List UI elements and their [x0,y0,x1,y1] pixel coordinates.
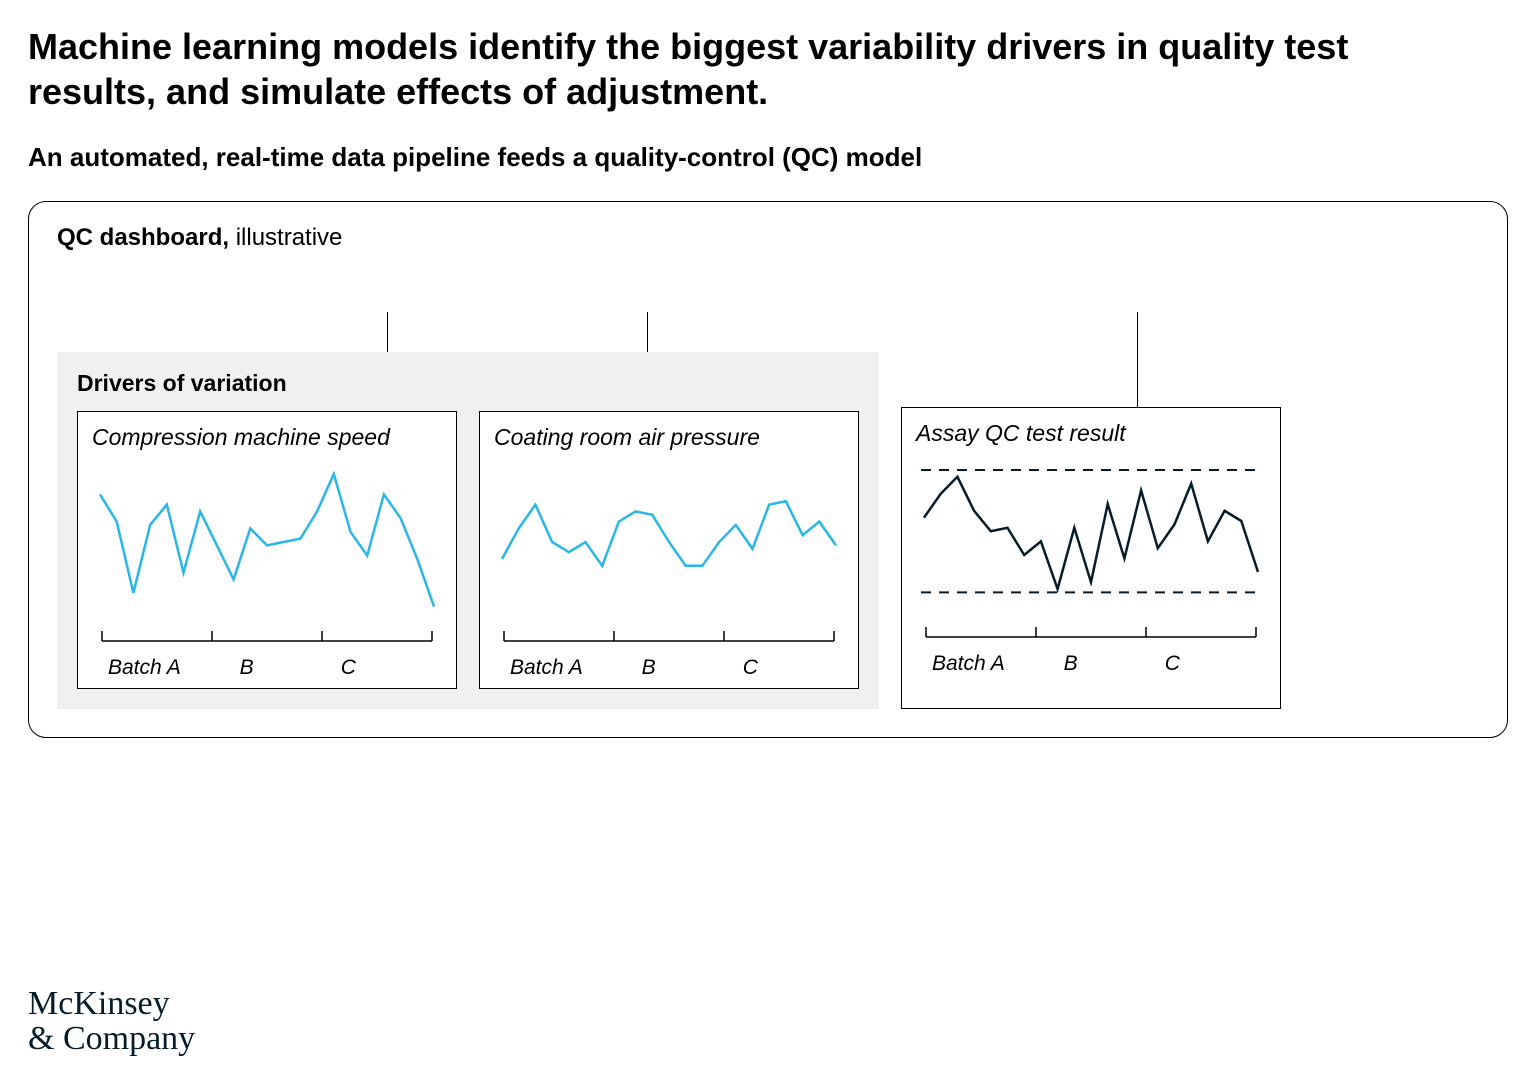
connector-line-icon [647,312,648,352]
drivers-of-variation-box: Drivers of variation Compression machine… [57,352,879,709]
logo-line2: & Company [28,1021,195,1057]
connector-lines [57,312,1479,352]
process-step-qclab: QC lab [1195,268,1479,312]
chart-compression-speed [92,457,442,627]
x-axis-labels: Batch A B C [494,656,844,680]
dashboard-frame: QC dashboard, illustrative Blending Comp… [28,201,1508,738]
process-chevron-bar: Blending Compression Coating [57,268,1479,312]
x-axis-labels: Batch A B C [92,656,442,680]
panel-assay-result: Assay QC test result [901,407,1281,709]
x-label: C [743,656,844,680]
panel-title: Coating room air pressure [494,424,844,451]
x-label: B [240,656,341,680]
x-label: B [642,656,743,680]
chart-coating-pressure [494,457,844,627]
x-label: B [1064,652,1165,676]
panel-title: Assay QC test result [916,420,1266,447]
process-step-compression: Compression [341,268,625,312]
panel-coating-pressure: Coating room air pressure [479,411,859,689]
mckinsey-logo: McKinsey & Company [28,986,195,1057]
x-label: C [341,656,442,680]
process-step-label: Compression [377,277,507,303]
process-step-label: Packing [946,277,1024,303]
process-step-label: Coating [662,277,738,303]
x-axis-icon [916,627,1266,652]
dashboard-label-rest: illustrative [229,224,342,251]
x-axis-icon [494,631,844,656]
main-title: Machine learning models identify the big… [28,24,1428,114]
logo-line1: McKinsey [28,986,195,1022]
x-label: C [1165,652,1266,676]
page: Machine learning models identify the big… [0,0,1536,1091]
panel-compression-speed: Compression machine speed [77,411,457,689]
panels-row: Drivers of variation Compression machine… [57,352,1479,709]
process-step-coating: Coating [626,268,910,312]
connector-line-icon [1137,312,1138,407]
subtitle: An automated, real-time data pipeline fe… [28,142,1508,173]
x-label: Batch A [510,656,642,680]
x-label: Batch A [108,656,240,680]
x-axis-labels: Batch A B C [916,652,1266,676]
x-axis-icon [92,631,442,656]
x-label: Batch A [932,652,1064,676]
process-step-packing: Packing [910,268,1194,312]
process-step-label: QC lab [1231,277,1299,303]
dashboard-label-bold: QC dashboard, [57,224,229,251]
process-step-blending: Blending [57,268,341,312]
process-step-label: Blending [93,277,179,303]
panel-title: Compression machine speed [92,424,442,451]
drivers-title: Drivers of variation [77,370,859,397]
connector-line-icon [387,312,388,352]
chart-assay-result [916,453,1266,623]
dashboard-label: QC dashboard, illustrative [57,224,1479,252]
